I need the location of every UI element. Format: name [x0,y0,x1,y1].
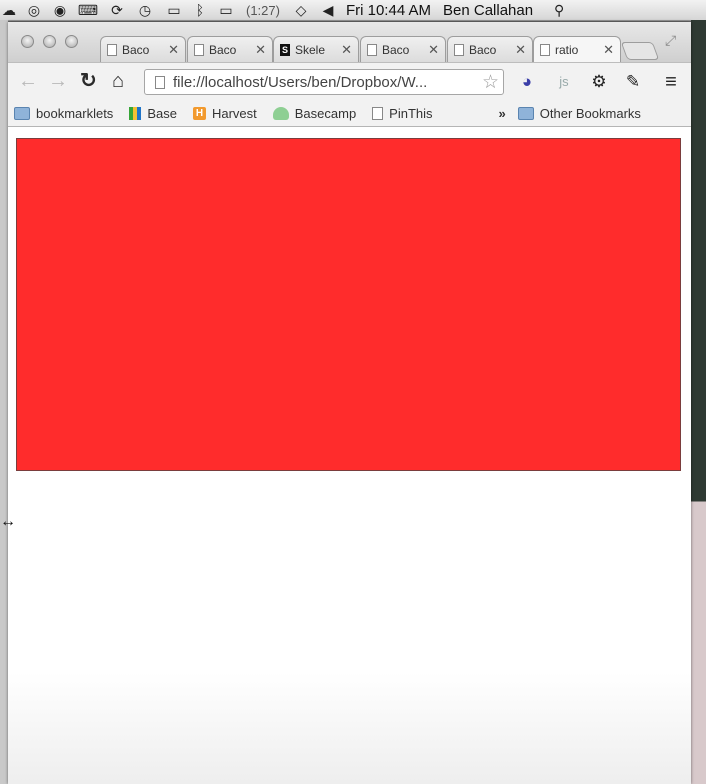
bookmark-basecamp[interactable]: Basecamp [272,105,357,121]
tab-label: Baco [382,42,410,57]
forward-button[interactable]: → [48,69,68,93]
bookmark-other-bookmarks[interactable]: Other Bookmarks [517,105,641,121]
menubar-clock[interactable]: Fri 10:44 AM [346,2,431,19]
tab-skeleton[interactable]: S Skele ✕ [273,36,359,62]
sync-icon[interactable]: ⟳ [108,1,126,19]
browser-toolbar: ← → ↻ ⌂ file://localhost/Users/ben/Dropb… [8,62,691,101]
close-tab-icon[interactable]: ✕ [341,42,352,58]
bookmark-label: Base [147,105,177,121]
battery-icon[interactable]: ▭ [216,1,236,19]
tab-bacon-3[interactable]: Baco ✕ [360,36,446,62]
tab-label: ratio [555,42,579,57]
close-tab-icon[interactable]: ✕ [603,42,614,58]
bookmark-label: Other Bookmarks [539,105,641,121]
desktop-background-right [691,20,706,784]
browser-window: Baco ✕ Baco ✕ S Skele ✕ Baco ✕ Baco ✕ ra… [0,22,691,784]
wifi-icon[interactable]: ◇ [292,1,310,19]
page-icon [107,43,117,56]
close-tab-icon[interactable]: ✕ [515,42,526,58]
time-machine-icon[interactable]: ◷ [136,1,154,19]
page-icon [367,43,377,56]
folder-icon [517,106,534,120]
folder-icon [14,106,30,120]
red-ratio-box [16,138,681,471]
tab-bacon-2[interactable]: Baco ✕ [187,36,273,62]
tab-label: Baco [122,42,150,57]
compass-icon[interactable]: ◉ [52,1,68,19]
page-icon [454,43,464,56]
volume-icon[interactable]: ◀︎ [320,1,336,19]
tab-bacon-1[interactable]: Baco ✕ [100,36,186,62]
skeleton-favicon-icon: S [280,43,290,56]
harvest-icon: H [192,106,206,120]
reload-button[interactable]: ↻ [80,69,97,93]
page-icon [194,43,204,56]
new-tab-button[interactable] [620,42,660,60]
page-icon [155,75,165,89]
menu-icon[interactable]: ≡ [660,71,682,93]
keyboard-icon[interactable]: ⌨ [78,1,98,19]
close-tab-icon[interactable]: ✕ [168,42,179,58]
tab-label: Skele [295,42,326,57]
wrench-icon[interactable]: ✎ [622,71,644,93]
bookmark-harvest[interactable]: H Harvest [192,105,257,121]
page-viewport: ↔ [0,127,691,784]
resize-cursor-icon: ↔ [0,513,16,530]
address-bar[interactable]: file://localhost/Users/ben/Dropbox/W... … [144,69,504,95]
menubar-user[interactable]: Ben Callahan [443,2,533,19]
sync-circle-icon[interactable]: ◎ [26,1,42,19]
tab-label: Baco [469,42,497,57]
fullscreen-icon[interactable]: ⤢ [665,32,676,49]
bookmark-pinthis[interactable]: PinThis [372,105,433,121]
bookmark-label: PinThis [389,105,433,121]
url-text[interactable]: file://localhost/Users/ben/Dropbox/W... [173,74,478,91]
basecamp-icon [272,106,289,120]
bookmark-label: Harvest [211,105,257,121]
spotlight-icon[interactable]: ⚲ [551,1,567,19]
cloud-icon[interactable]: ☁ [2,1,16,19]
system-menubar: ☁ ◎ ◉ ⌨ ⟳ ◷ ▭ ᛒ ▭ (1:27) ◇ ◀︎ Fri 10:44 … [0,0,706,21]
minimize-window-button[interactable] [43,35,56,48]
bookmark-label: Basecamp [294,105,357,121]
js-extension-icon[interactable]: js [553,71,575,93]
bookmark-label: bookmarklets [36,105,114,121]
tab-label: Baco [209,42,237,57]
page-icon [372,106,384,120]
extension-gauge-icon[interactable]: ◕ [516,71,538,93]
base-icon [129,106,142,120]
desktop-background-left [0,20,8,784]
bookmark-base[interactable]: Base [129,106,177,121]
tab-strip: Baco ✕ Baco ✕ S Skele ✕ Baco ✕ Baco ✕ ra… [8,22,691,62]
bookmark-star-icon[interactable]: ☆ [482,71,499,94]
close-tab-icon[interactable]: ✕ [255,42,266,58]
bookmarks-bar: bookmarklets Base H Harvest Basecamp Pin… [8,100,691,127]
bookmark-bookmarklets[interactable]: bookmarklets [14,106,113,121]
battery-time: (1:27) [246,2,280,18]
gear-icon[interactable]: ⚙ [588,71,610,93]
bluetooth-icon[interactable]: ᛒ [194,1,206,19]
close-window-button[interactable] [21,35,34,48]
home-button[interactable]: ⌂ [112,69,124,93]
tab-bacon-4[interactable]: Baco ✕ [447,36,533,62]
display-icon[interactable]: ▭ [164,1,184,19]
back-button[interactable]: ← [18,69,38,93]
zoom-window-button[interactable] [65,35,78,48]
page-icon [540,43,550,56]
close-tab-icon[interactable]: ✕ [428,42,439,58]
tab-ratio-active[interactable]: ratio ✕ [533,36,621,62]
chevron-more-icon[interactable]: » [499,106,506,121]
